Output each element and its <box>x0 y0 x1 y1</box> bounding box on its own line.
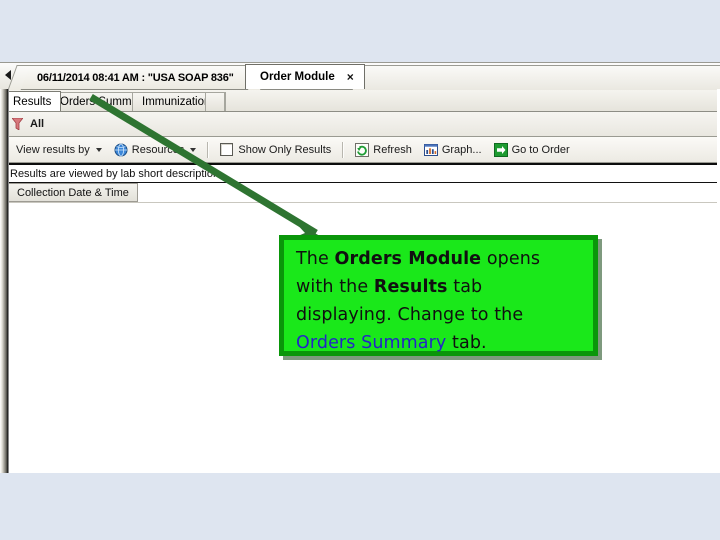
column-header-label: Collection Date & Time <box>17 186 129 199</box>
chevron-down-icon <box>95 147 102 152</box>
resources-label: Resources <box>131 143 185 156</box>
callout-line-4: Orders Summary tab. <box>296 329 583 357</box>
callout-box: The Orders Module opens with the Results… <box>279 235 598 356</box>
view-results-by-button[interactable]: View results by <box>10 139 108 160</box>
funnel-icon <box>12 118 23 130</box>
toolbar-separator <box>342 141 345 158</box>
callout-text-highlight: Orders Summary <box>296 333 447 353</box>
results-description-bar: Results are viewed by lab short descript… <box>0 163 720 183</box>
globe-icon <box>114 143 128 157</box>
tab-results[interactable]: Results <box>3 91 62 111</box>
view-results-by-label: View results by <box>16 143 90 156</box>
filter-bar-label: All <box>30 118 45 130</box>
chart-icon <box>423 143 438 157</box>
toolbar-separator <box>207 141 210 158</box>
callout-text: tab <box>447 277 483 297</box>
window-tab-order-module[interactable]: Order Module × <box>245 64 365 89</box>
callout-text: tab. <box>446 333 487 353</box>
checkbox-icon[interactable] <box>220 143 234 156</box>
window-tab-strip: 06/11/2014 08:41 AM : "USA SOAP 836" Ord… <box>0 62 720 91</box>
callout-text: The <box>296 249 335 269</box>
show-only-results-checkbox[interactable]: Show Only Results <box>214 139 337 160</box>
tab-strip-filler <box>352 65 720 90</box>
callout-text-bold: Orders Module <box>334 249 482 269</box>
callout-text: displaying. Change to the <box>296 305 524 325</box>
filter-bar: All <box>0 112 720 137</box>
show-only-results-label: Show Only Results <box>238 143 332 156</box>
graph-label: Graph... <box>441 143 482 156</box>
callout-text-bold: Results <box>373 277 448 297</box>
callout-line-2: with the Results tab <box>296 273 583 301</box>
graph-button[interactable]: Graph... <box>418 139 488 160</box>
green-arrow-icon <box>493 142 508 157</box>
callout-line-3: displaying. Change to the <box>296 301 583 329</box>
module-tab-bar: Results Orders Summary Immunizations <box>0 90 720 112</box>
refresh-icon <box>355 142 370 157</box>
callout-line-1: The Orders Module opens <box>296 245 583 273</box>
triangle-left-glyph <box>4 70 11 80</box>
results-description-text: Results are viewed by lab short descript… <box>10 167 223 180</box>
go-to-order-label: Go to Order <box>511 143 570 156</box>
results-column-header-row: Collection Date & Time <box>0 183 720 203</box>
results-toolbar: View results by Resources Show Only Resu… <box>0 137 720 163</box>
callout-text: opens <box>481 249 541 269</box>
panel-left-border <box>0 89 9 473</box>
column-header-collection-date-time[interactable]: Collection Date & Time <box>9 183 138 202</box>
close-icon[interactable]: × <box>347 70 354 84</box>
tab-bar-filler <box>205 92 225 111</box>
go-to-order-button[interactable]: Go to Order <box>488 139 576 160</box>
chevron-down-icon <box>190 147 197 152</box>
tab-results-label: Results <box>13 95 52 108</box>
window-tab-order-module-label: Order Module <box>260 71 335 83</box>
resources-button[interactable]: Resources <box>108 139 203 160</box>
window-tab-patient[interactable]: 06/11/2014 08:41 AM : "USA SOAP 836" <box>7 65 262 91</box>
callout-text: with the <box>296 277 374 297</box>
window-tab-patient-label: 06/11/2014 08:41 AM : "USA SOAP 836" <box>37 71 234 84</box>
refresh-button[interactable]: Refresh <box>349 139 418 160</box>
refresh-label: Refresh <box>373 143 412 156</box>
